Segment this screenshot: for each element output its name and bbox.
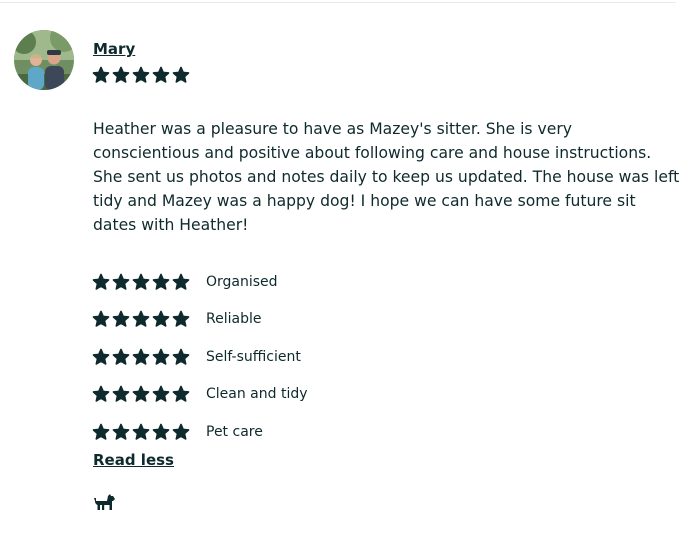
category-label: Self-sufficient [206,348,301,365]
category-rating-row: Reliable [92,301,492,339]
star-icon [172,423,190,440]
category-label: Pet care [206,423,263,440]
star-icon [152,310,170,327]
category-ratings: Organised Reliable Self-sufficient Clean an… [92,263,492,451]
star-icon [112,423,130,440]
star-icon [152,348,170,365]
star-icon [172,385,190,402]
star-icon [132,348,150,365]
category-rating-row: Clean and tidy [92,376,492,414]
overall-rating-stars [92,66,190,84]
star-icon [152,423,170,440]
category-rating-row: Pet care [92,413,492,451]
category-stars [92,348,190,366]
star-icon [92,66,110,83]
star-icon [92,273,110,290]
star-icon [152,273,170,290]
category-stars [92,423,190,441]
star-icon [152,66,170,83]
category-label: Organised [206,273,278,290]
star-icon [132,66,150,83]
star-icon [112,66,130,83]
star-icon [112,348,130,365]
star-icon [132,385,150,402]
category-rating-row: Self-sufficient [92,338,492,376]
star-icon [172,310,190,327]
top-divider [0,2,676,3]
category-label: Reliable [206,311,262,328]
read-less-link[interactable]: Read less [93,451,174,469]
star-icon [152,385,170,402]
category-stars [92,310,190,328]
star-icon [92,423,110,440]
category-label: Clean and tidy [206,386,308,403]
avatar[interactable] [14,30,74,90]
star-icon [112,310,130,327]
star-icon [172,66,190,83]
star-icon [132,273,150,290]
star-icon [132,423,150,440]
star-icon [172,273,190,290]
star-icon [92,348,110,365]
category-stars [92,385,190,403]
category-stars [92,273,190,291]
category-rating-row: Organised [92,263,492,301]
avatar-photo [14,30,74,90]
dog-icon [94,494,115,510]
reviewer-name[interactable]: Mary [93,40,135,58]
star-icon [92,310,110,327]
star-icon [112,385,130,402]
star-icon [172,348,190,365]
review-text: Heather was a pleasure to have as Mazey'… [93,120,680,234]
star-icon [112,273,130,290]
star-icon [92,385,110,402]
star-icon [132,310,150,327]
